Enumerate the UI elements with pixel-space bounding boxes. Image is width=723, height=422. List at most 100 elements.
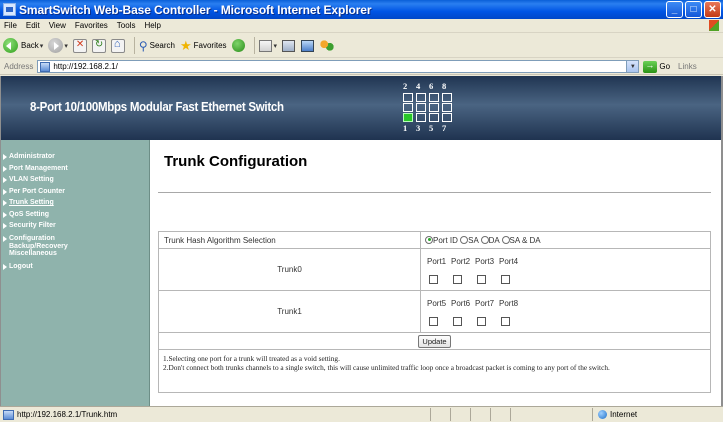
print-icon[interactable] [282,39,296,52]
update-row: Update [158,332,711,350]
port-label: Port7 [475,299,495,308]
address-dropdown-icon[interactable]: ▼ [626,61,639,72]
forward-dropdown-icon[interactable]: ▾ [64,42,68,50]
minimize-button[interactable]: _ [666,1,683,18]
windows-logo-icon [709,20,719,31]
trunk0-port3-checkbox[interactable] [477,275,486,284]
go-label: Go [659,62,671,71]
maximize-button[interactable]: □ [685,1,702,18]
trunk0-port2-checkbox[interactable] [453,275,462,284]
port-4-led [416,93,426,102]
sidebar-item-logout[interactable]: Logout [1,261,149,273]
arrow-icon [3,165,10,172]
globe-icon [598,410,607,419]
home-icon[interactable] [110,38,125,53]
port-label: 4 [416,81,421,91]
port-label: Port6 [451,299,471,308]
edit-icon[interactable] [301,39,315,52]
forward-arrow-icon [48,38,64,53]
sidebar-item-configuration[interactable]: Configuration [1,234,149,243]
port-6-led [429,93,439,102]
port-label: Port1 [427,257,447,266]
ie-window-icon[interactable] [3,3,16,16]
sidebar-item-per-port-counter[interactable]: Per Port Counter [1,186,149,198]
sidebar-item-qos-setting[interactable]: QoS Setting [1,209,149,221]
sidebar-item-port-management[interactable]: Port Management [1,163,149,175]
close-button[interactable]: ✕ [704,1,721,18]
trunk1-port6-checkbox[interactable] [453,317,462,326]
security-zone: Internet [592,408,717,421]
sidebar-item-backup-recovery[interactable]: Backup/Recovery [1,243,149,250]
port-label: Port5 [427,299,447,308]
trunk1-port8-checkbox[interactable] [501,317,510,326]
port-4-led-lower [416,103,426,112]
address-input[interactable]: http://192.168.2.1/ ▼ [37,60,640,73]
port-label: Port4 [499,257,519,266]
go-arrow-icon [643,60,658,73]
back-dropdown-icon[interactable]: ▾ [40,42,44,50]
sidebar-item-security-filter[interactable]: Security Filter [1,220,149,232]
hash-radio-port-id[interactable] [425,235,433,244]
links-button[interactable]: Links [678,62,697,71]
trunk0-label: Trunk0 [158,248,421,291]
hash-label: Trunk Hash Algorithm Selection [158,231,421,249]
mail-dropdown-icon: ▾ [273,42,278,50]
hash-radio-sa[interactable] [460,235,469,244]
port-status-panel: 2 4 6 8 1 3 5 7 [403,81,463,135]
note-line: 2.Don't connect both trunks channels to … [163,363,610,372]
sidebar-item-trunk-setting[interactable]: Trunk Setting [1,197,149,209]
forward-button[interactable]: ▾ [48,38,68,53]
hash-radio-sa-da[interactable] [501,235,510,244]
trunk1-port5-checkbox[interactable] [429,317,438,326]
hash-option-label: DA [488,235,500,245]
trunk0-port1-checkbox[interactable] [429,275,438,284]
mail-button[interactable]: ▾ [258,39,278,52]
port-label: Port3 [475,257,495,266]
menu-favorites[interactable]: Favorites [75,21,108,30]
stop-icon[interactable] [72,38,87,53]
address-bar: Address http://192.168.2.1/ ▼ Go Links [0,59,723,75]
history-icon[interactable] [231,39,245,52]
back-arrow-icon [3,38,18,53]
arrow-icon [3,177,10,183]
favorites-button[interactable]: ★ Favorites [180,38,227,54]
address-url: http://192.168.2.1/ [53,62,118,71]
mail-icon [258,39,272,52]
port-1-led [403,113,413,122]
arrow-icon [3,188,10,195]
trunk1-label: Trunk1 [158,290,421,333]
window-title: SmartSwitch Web-Base Controller - Micros… [19,2,372,17]
menu-file[interactable]: File [4,21,17,30]
arrow-icon [3,235,10,242]
messenger-icon[interactable] [320,39,335,52]
back-label: Back [21,41,39,50]
trunk-config-table: Trunk Hash Algorithm Selection Port ID S… [158,231,711,393]
sidebar-item-vlan-setting[interactable]: VLAN Setting [1,174,149,186]
sidebar-item-miscellaneous[interactable]: Miscellaneous [1,250,149,258]
search-button[interactable]: ⚲ Search [139,39,175,53]
menu-edit[interactable]: Edit [26,21,40,30]
back-button[interactable]: Back ▾ [3,38,43,53]
trunk0-port4-checkbox[interactable] [501,275,510,284]
menu-tools[interactable]: Tools [117,21,136,30]
port-6-led-lower [429,103,439,112]
port-label: 6 [429,81,434,91]
update-button[interactable]: Update [418,334,451,348]
trunk1-port7-checkbox[interactable] [477,317,486,326]
go-button[interactable]: Go [643,60,671,73]
port-label: Port8 [499,299,519,308]
status-panes [430,408,590,421]
refresh-icon[interactable] [91,38,106,53]
main-content: Trunk Configuration Trunk Hash Algorithm… [151,140,721,406]
menu-view[interactable]: View [49,21,66,30]
hash-radio-da[interactable] [480,235,489,244]
arrow-icon [3,154,10,160]
arrow-icon [3,223,10,229]
hash-option-label: SA & DA [509,235,541,245]
search-label: Search [149,41,175,50]
address-label: Address [4,62,34,71]
sidebar-item-administrator[interactable]: Administrator [1,151,149,163]
arrow-icon [3,200,10,206]
menu-help[interactable]: Help [144,21,160,30]
trunk1-ports: Port5 Port6 Port7 Port8 [420,290,711,333]
